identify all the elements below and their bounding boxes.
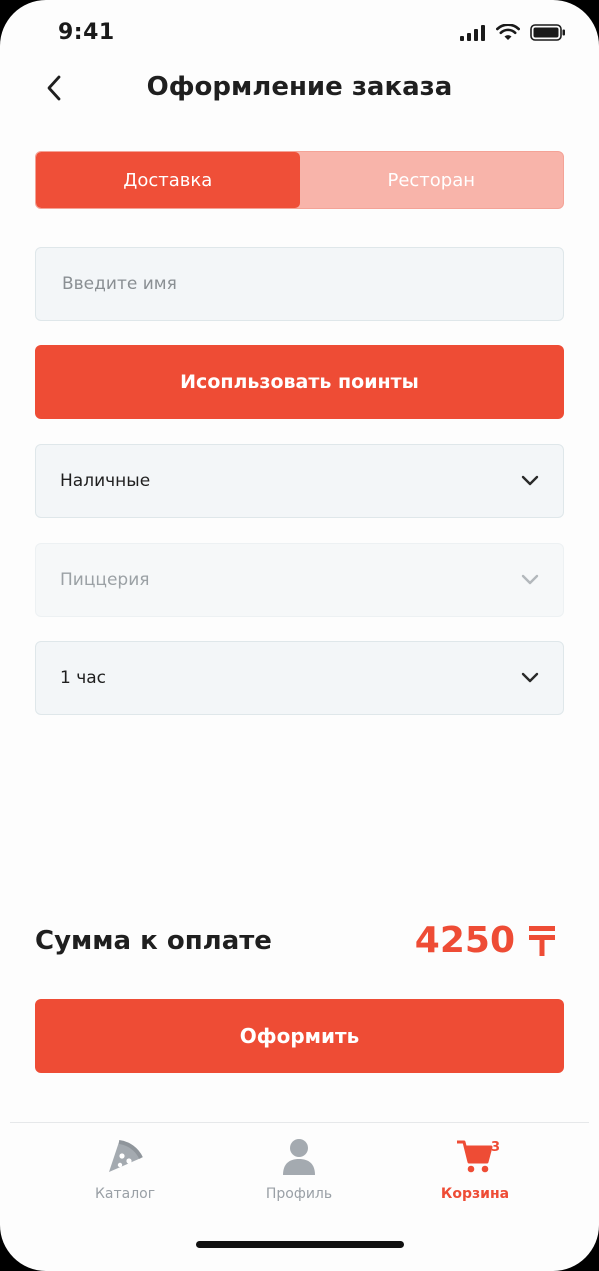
nav-label-cart: Корзина (440, 1186, 510, 1202)
chevron-down-icon (521, 672, 539, 684)
delivery-time-value: 1 час (60, 668, 107, 688)
payment-method-select[interactable]: Наличные (35, 444, 564, 518)
status-time: 9:41 (58, 20, 115, 45)
battery-icon (530, 24, 566, 45)
phone-screen: 9:41 Оформление заказа Доставка Ресторан… (0, 0, 599, 1271)
nav-label-profile: Профиль (265, 1186, 333, 1202)
nav-item-profile[interactable]: Профиль (229, 1136, 369, 1202)
wifi-icon (496, 23, 520, 45)
submit-order-button[interactable]: Оформить (35, 999, 564, 1073)
total-amount-value: 4250 (414, 920, 515, 961)
cart-icon (455, 1136, 495, 1180)
name-field (35, 247, 564, 321)
bottom-nav: Каталог Профиль 3 Корзина (0, 1130, 599, 1210)
page-title: Оформление заказа (146, 72, 453, 102)
pizzeria-placeholder: Пиццерия (60, 570, 150, 590)
cart-badge: 3 (491, 1140, 501, 1155)
user-icon (279, 1136, 319, 1180)
total-amount: 4250 (415, 920, 555, 961)
delivery-time-select[interactable]: 1 час (35, 641, 564, 715)
total-label: Сумма к оплате (35, 926, 272, 956)
use-points-button[interactable]: Исопльзовать поинты (35, 345, 564, 419)
home-indicator (196, 1241, 404, 1248)
signal-icon (460, 24, 486, 45)
tenge-icon (529, 925, 555, 956)
nav-item-catalog[interactable]: Каталог (55, 1136, 195, 1202)
name-input[interactable] (60, 273, 539, 295)
status-icons (460, 23, 566, 45)
pizza-icon (105, 1136, 145, 1180)
nav-item-cart[interactable]: 3 Корзина (405, 1136, 545, 1202)
nav-divider (10, 1122, 589, 1123)
delivery-type-toggle: Доставка Ресторан (35, 151, 564, 209)
tab-restaurant[interactable]: Ресторан (300, 152, 564, 208)
payment-method-value: Наличные (60, 471, 151, 491)
tab-delivery[interactable]: Доставка (36, 152, 300, 208)
pizzeria-select[interactable]: Пиццерия (35, 543, 564, 617)
chevron-down-icon (521, 475, 539, 487)
nav-label-catalog: Каталог (94, 1186, 156, 1202)
chevron-down-icon (521, 574, 539, 586)
